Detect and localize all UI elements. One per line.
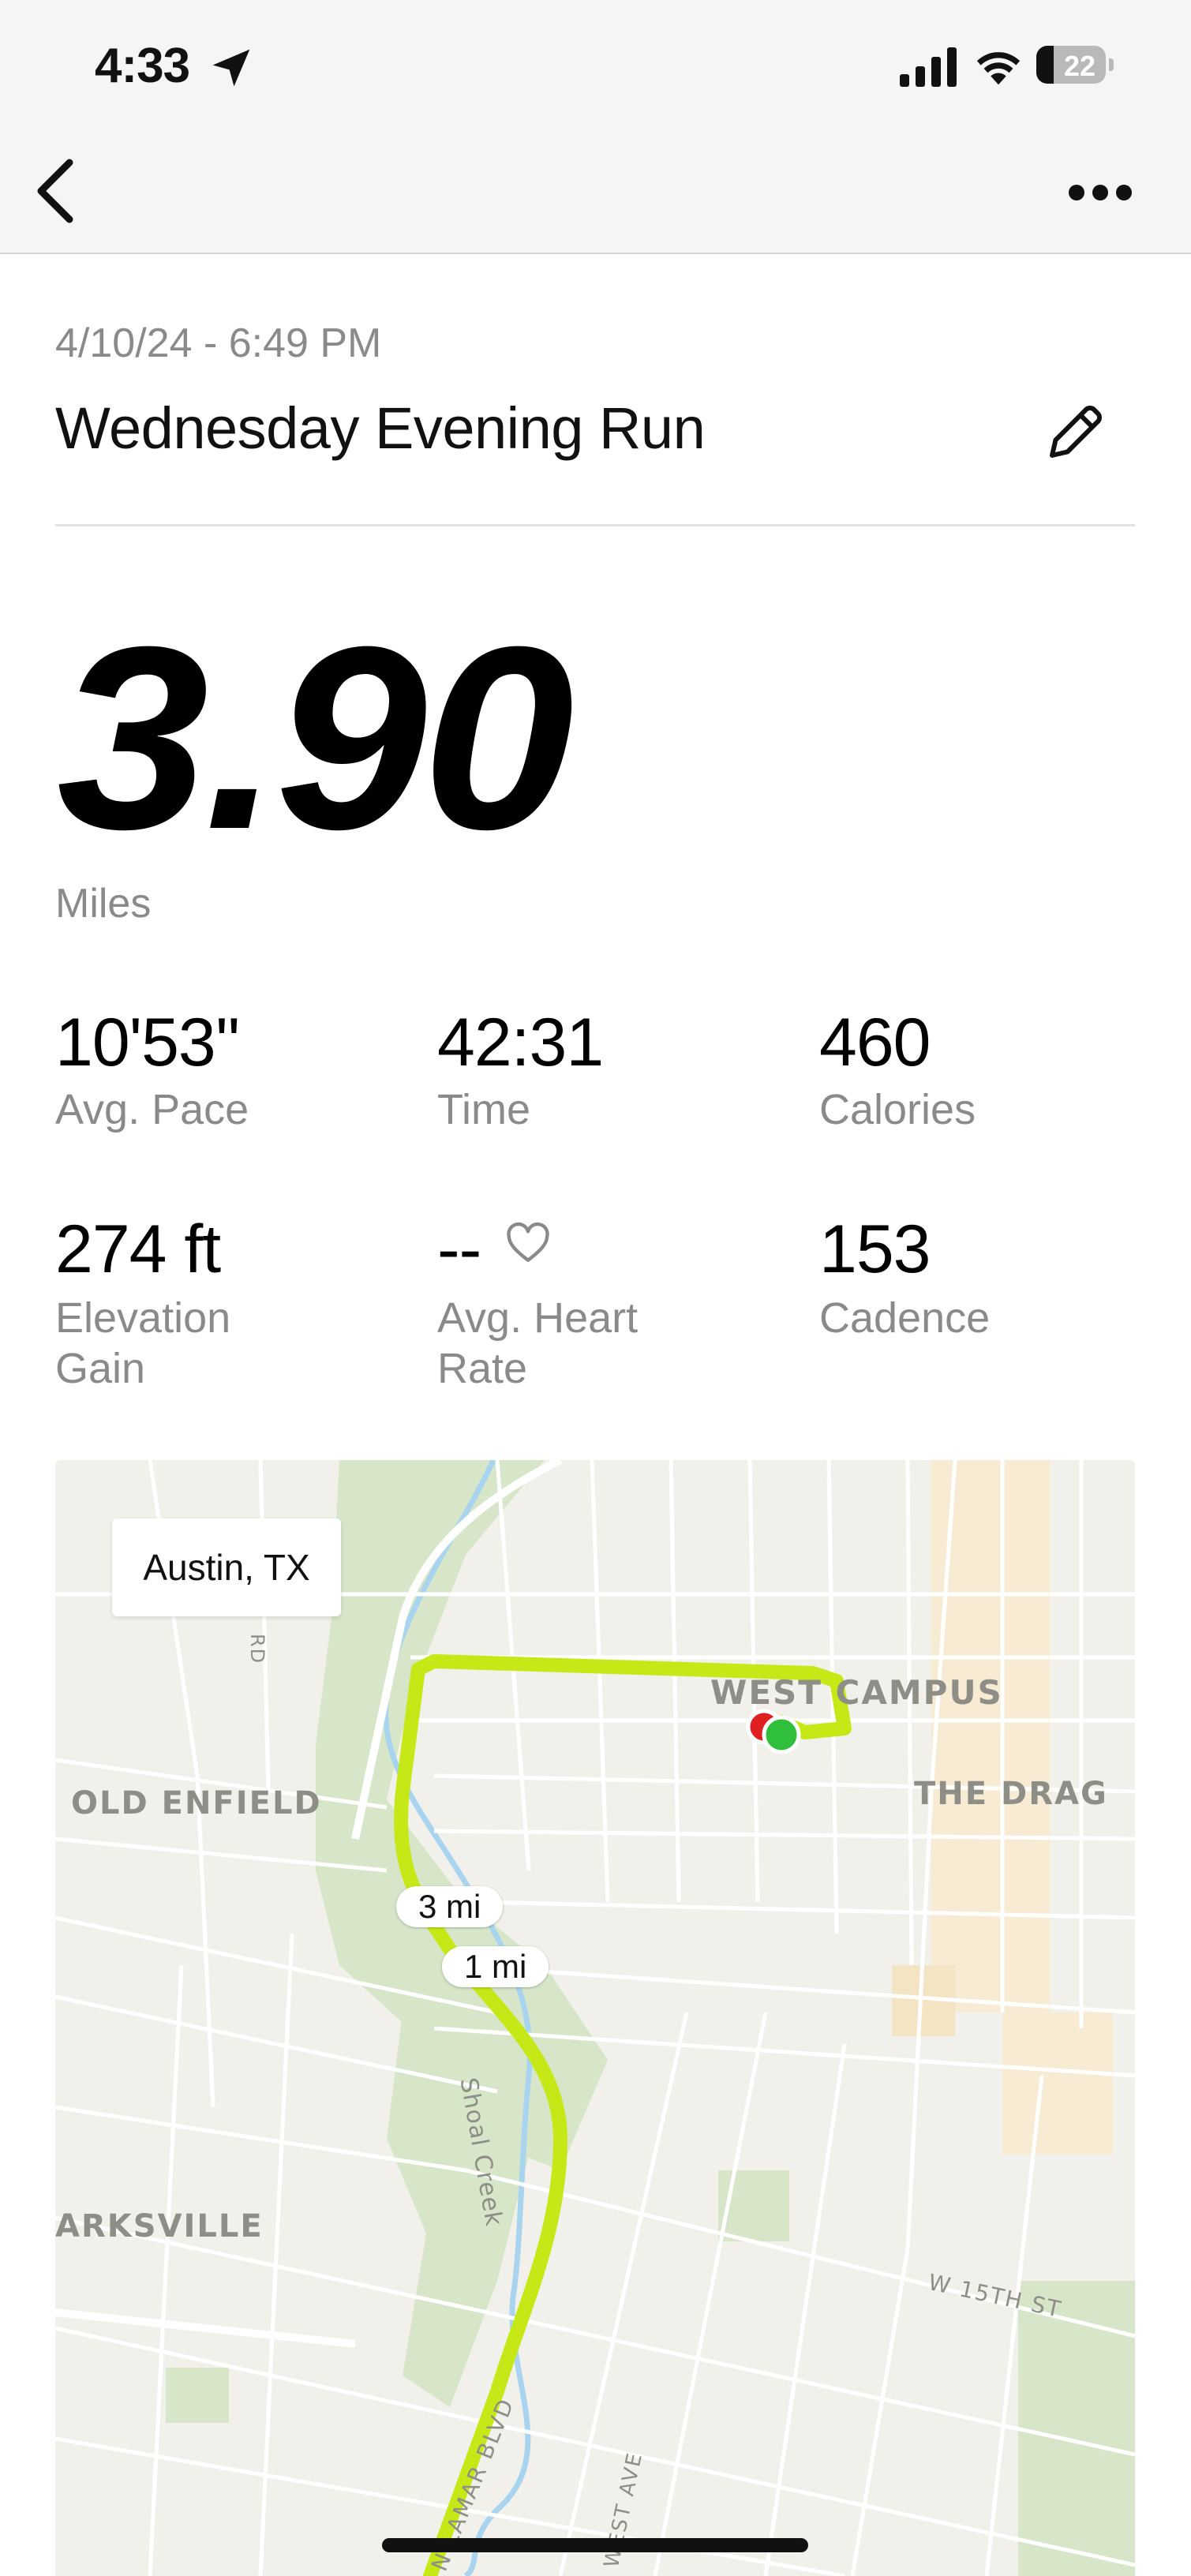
wifi-icon <box>976 52 1021 85</box>
start-marker <box>762 1715 801 1754</box>
mile-marker-3: 3 mi <box>396 1886 504 1927</box>
header-divider <box>55 524 1135 526</box>
distance-value: 3.90 <box>57 592 574 883</box>
elevation-value: 274 ft <box>55 1211 221 1287</box>
battery-percent: 22 <box>1063 50 1096 82</box>
heart-rate-value: -- <box>437 1211 481 1287</box>
location-arrow-icon <box>212 49 250 87</box>
map-city-label: Austin, TX <box>112 1518 341 1616</box>
distance-unit: Miles <box>55 881 152 927</box>
status-bar: 4:33 22 <box>0 0 1191 134</box>
activity-title: Wednesday Evening Run <box>55 395 706 461</box>
mile-marker-1: 1 mi <box>442 1946 549 1987</box>
elevation-label-line1: Elevation <box>55 1294 231 1342</box>
map-canvas <box>55 1460 1135 2576</box>
edit-pencil-icon[interactable] <box>1038 399 1109 470</box>
time-value: 42:31 <box>437 1005 604 1080</box>
map-label-old-enfield: OLD ENFIELD <box>71 1785 322 1822</box>
heart-rate-label-line2: Rate <box>437 1345 528 1392</box>
pace-value: 10'53'' <box>55 1005 241 1080</box>
home-indicator[interactable] <box>382 2538 808 2552</box>
nav-bar <box>0 134 1191 254</box>
back-chevron-icon[interactable] <box>32 158 79 224</box>
cadence-value: 153 <box>819 1211 931 1287</box>
more-options-button[interactable] <box>1058 166 1137 213</box>
time-label: Time <box>437 1086 530 1133</box>
map-label-west-campus: WEST CAMPUS <box>710 1673 1003 1712</box>
map-label-the-drag: THE DRAG <box>914 1776 1108 1812</box>
calories-label: Calories <box>819 1086 976 1133</box>
status-time: 4:33 <box>95 39 190 93</box>
calories-value: 460 <box>819 1005 931 1080</box>
elevation-label-line2: Gain <box>55 1345 146 1392</box>
map-label-clarksville: ARKSVILLE <box>55 2208 264 2245</box>
route-map[interactable]: Austin, TX WEST CAMPUS THE DRAG OLD ENFI… <box>55 1460 1135 2576</box>
cellular-signal-icon <box>900 47 957 87</box>
cadence-label: Cadence <box>819 1294 991 1342</box>
pace-label: Avg. Pace <box>55 1086 249 1133</box>
map-label-rd: RD <box>246 1634 268 1665</box>
heart-rate-label-line1: Avg. Heart <box>437 1294 639 1342</box>
activity-date: 4/10/24 - 6:49 PM <box>55 320 382 366</box>
heart-icon <box>507 1222 549 1262</box>
battery-icon: 22 <box>1036 46 1115 85</box>
